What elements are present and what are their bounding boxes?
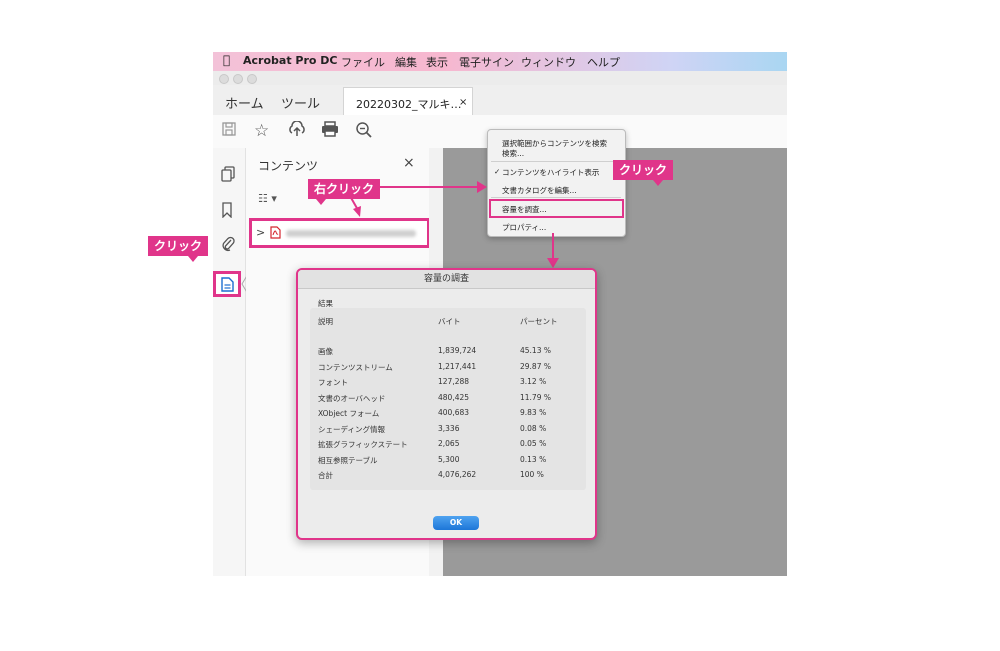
table-cell: 0.13 %: [520, 454, 547, 464]
column-header-bytes: バイト: [438, 317, 461, 326]
table-cell: 相互参照テーブル: [318, 455, 378, 465]
tab-document[interactable]: 20220302_マルキ… ×: [343, 87, 473, 116]
content-panel-button[interactable]: [213, 271, 241, 297]
zoom-window-button[interactable]: [247, 74, 257, 84]
document-tab-label: 20220302_マルキ…: [356, 98, 462, 111]
arrow-head-icon: [477, 181, 487, 193]
arrow-to-row-icon: [349, 196, 361, 217]
menu-item-highlight-content[interactable]: コンテンツをハイライト表示: [502, 167, 599, 178]
table-cell: 3.12 %: [520, 377, 547, 386]
menu-item-edit-catalog[interactable]: 文書カタログを編集...: [502, 185, 577, 196]
page-thumbnails-icon[interactable]: [221, 166, 235, 186]
table-cell: 0.08 %: [520, 423, 547, 433]
callout-click-rail: クリック: [148, 236, 209, 262]
menu-item-highlight-frame: [489, 199, 624, 218]
close-window-button[interactable]: [219, 74, 229, 84]
table-cell: 1,217,441: [438, 361, 477, 371]
blurred-filename: [286, 230, 416, 237]
pdf-file-icon: [270, 226, 281, 242]
callout-click-menu: クリック: [613, 160, 674, 186]
table-cell: コンテンツストリーム: [318, 362, 393, 372]
mac-menubar:  Acrobat Pro DC ファイル 編集 表示 電子サイン ウィンドウ …: [213, 52, 787, 71]
menu-help[interactable]: ヘルプ: [587, 54, 620, 70]
table-cell: 画像: [318, 347, 333, 356]
table-cell: 文書のオーバヘッド: [318, 393, 386, 403]
tab-tools[interactable]: ツール: [281, 93, 320, 112]
window-titlebar: [213, 71, 787, 85]
table-cell: 480,425: [438, 392, 470, 402]
menu-window[interactable]: ウィンドウ: [521, 54, 576, 70]
context-menu: 選択範囲からコンテンツを検索 検索... ✓ コンテンツをハイライト表示 文書カ…: [487, 129, 626, 237]
ok-button[interactable]: OK: [433, 516, 479, 530]
arrow-to-dialog: [552, 233, 554, 261]
table-cell: 2,065: [438, 439, 460, 448]
table-cell: 45.13 %: [520, 346, 551, 355]
zoom-out-icon[interactable]: [355, 121, 373, 144]
column-header-percent: パーセント: [520, 317, 558, 326]
print-icon[interactable]: [321, 121, 339, 142]
apple-menu-icon[interactable]: : [223, 53, 230, 67]
table-cell: 400,683: [438, 408, 470, 417]
menu-edit[interactable]: 編集: [395, 54, 417, 70]
result-table: 説明 バイト パーセント 画像 1,839,724 45.13 % コンテンツストリー…: [310, 308, 586, 490]
checkmark-icon: ✓: [494, 167, 501, 176]
menu-view[interactable]: 表示: [426, 54, 448, 70]
bookmark-star-icon[interactable]: ☆: [254, 121, 269, 141]
menu-item-search[interactable]: 検索...: [502, 148, 524, 159]
table-cell: 拡張グラフィックステート: [318, 440, 408, 449]
menu-item-properties[interactable]: プロパティ...: [502, 222, 546, 233]
content-document-icon: [221, 277, 234, 296]
panel-title: コンテンツ: [258, 159, 319, 173]
table-cell: 29.87 %: [520, 361, 551, 371]
table-cell: XObject フォーム: [318, 409, 380, 418]
callout-right-click: 右クリック: [308, 179, 381, 205]
app-menu[interactable]: Acrobat Pro DC: [243, 54, 337, 67]
arrow-to-menu: [380, 186, 480, 188]
menu-file[interactable]: ファイル: [341, 54, 385, 70]
bookmark-icon[interactable]: [221, 202, 233, 222]
dialog-title: 容量の調査: [298, 270, 595, 289]
content-tree-row[interactable]: >: [249, 218, 430, 248]
attachment-icon[interactable]: [221, 236, 235, 256]
menu-esign[interactable]: 電子サイン: [459, 54, 514, 70]
upload-cloud-icon[interactable]: [287, 120, 307, 142]
close-tab-icon[interactable]: ×: [459, 97, 467, 108]
table-cell: 合計: [318, 471, 333, 480]
menu-separator: [491, 197, 621, 198]
table-cell: 5,300: [438, 454, 460, 464]
table-cell: 0.05 %: [520, 439, 547, 448]
table-cell: フォント: [318, 378, 348, 387]
table-cell: 11.79 %: [520, 392, 551, 402]
arrow-down-icon: [547, 258, 559, 268]
examine-space-dialog: 容量の調査 結果 説明 バイト パーセント 画像 1,839,724 45.13 %…: [296, 268, 597, 540]
table-cell: 100 %: [520, 470, 544, 479]
tab-home[interactable]: ホーム: [225, 93, 264, 112]
column-header-description: 説明: [318, 317, 333, 326]
table-cell: 1,839,724: [438, 346, 477, 355]
close-icon[interactable]: ×: [403, 155, 415, 171]
expand-chevron-icon[interactable]: >: [256, 226, 265, 239]
minimize-window-button[interactable]: [233, 74, 243, 84]
table-cell: 127,288: [438, 377, 470, 386]
left-navigation-rail: [213, 148, 246, 576]
table-cell: シェーディング情報: [318, 424, 385, 434]
save-icon[interactable]: [222, 121, 236, 142]
table-cell: 3,336: [438, 423, 460, 433]
menu-separator: [491, 161, 621, 162]
panel-options-dropdown[interactable]: ☷ ▾: [258, 192, 277, 205]
table-cell: 4,076,262: [438, 470, 477, 479]
tab-bar: ホーム ツール 20220302_マルキ… ×: [213, 85, 787, 116]
table-cell: 9.83 %: [520, 408, 547, 417]
